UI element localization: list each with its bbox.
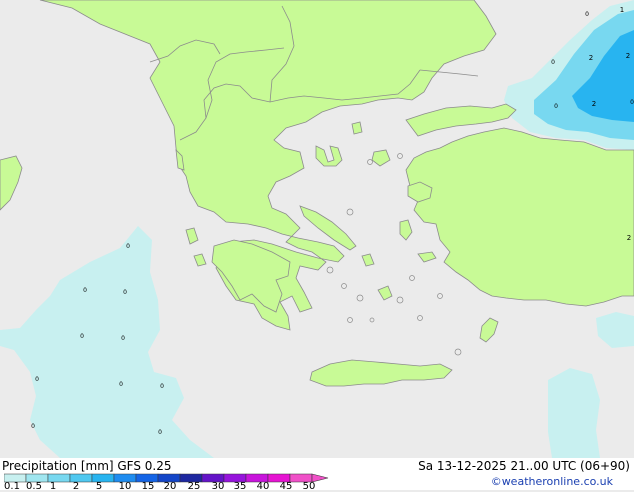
value-label: 0	[35, 376, 39, 383]
legend-tick-label: 15	[141, 481, 155, 492]
land-thasos	[351, 121, 363, 135]
precip-east-med	[548, 368, 600, 458]
value-label: 0	[31, 423, 35, 430]
legend-tick-label: 20	[163, 481, 177, 492]
value-label: 0	[158, 429, 162, 436]
legend-tick-label: 40	[256, 481, 270, 492]
credit-link[interactable]: ©weatheronline.co.uk	[491, 475, 613, 488]
legend-tick-label: 0.5	[26, 481, 42, 492]
datetime-label: Sa 13-12-2025 21..00 UTC (06+90)	[418, 459, 630, 473]
value-label: 1	[620, 6, 624, 14]
map-title: Precipitation [mm] GFS 0.25	[2, 459, 172, 473]
value-label: 0	[160, 383, 164, 390]
value-label: 0	[80, 333, 84, 340]
legend-tick-label: 2	[72, 481, 80, 492]
value-label: 0	[123, 289, 127, 296]
legend-tick-label: 0.1	[4, 481, 20, 492]
legend-tick-label: 25	[187, 481, 201, 492]
legend-tick-label: 30	[211, 481, 225, 492]
value-label: 2	[589, 54, 593, 62]
value-label: 2	[592, 100, 596, 108]
value-label: 0	[585, 11, 589, 18]
legend-tick-label: 5	[95, 481, 103, 492]
value-label: 2	[626, 52, 630, 60]
value-label: 0	[83, 287, 87, 294]
legend-tick-label: 1	[49, 481, 57, 492]
value-label: 0	[121, 335, 125, 342]
legend-tick-label: 10	[118, 481, 132, 492]
precipitation-map: 1 2 2 2 2 0 0 0 0 0 0 0 0 0 0 0 0 0 0	[0, 0, 634, 458]
legend-tick-label: 50	[302, 481, 316, 492]
value-label: 2	[627, 234, 631, 242]
legend-tick-label: 45	[279, 481, 293, 492]
legend-tick-label: 35	[233, 481, 247, 492]
value-label: 0	[630, 99, 634, 106]
value-label: 0	[126, 243, 130, 250]
value-label: 0	[551, 59, 555, 66]
value-label: 0	[119, 381, 123, 388]
value-label: 0	[554, 103, 558, 110]
